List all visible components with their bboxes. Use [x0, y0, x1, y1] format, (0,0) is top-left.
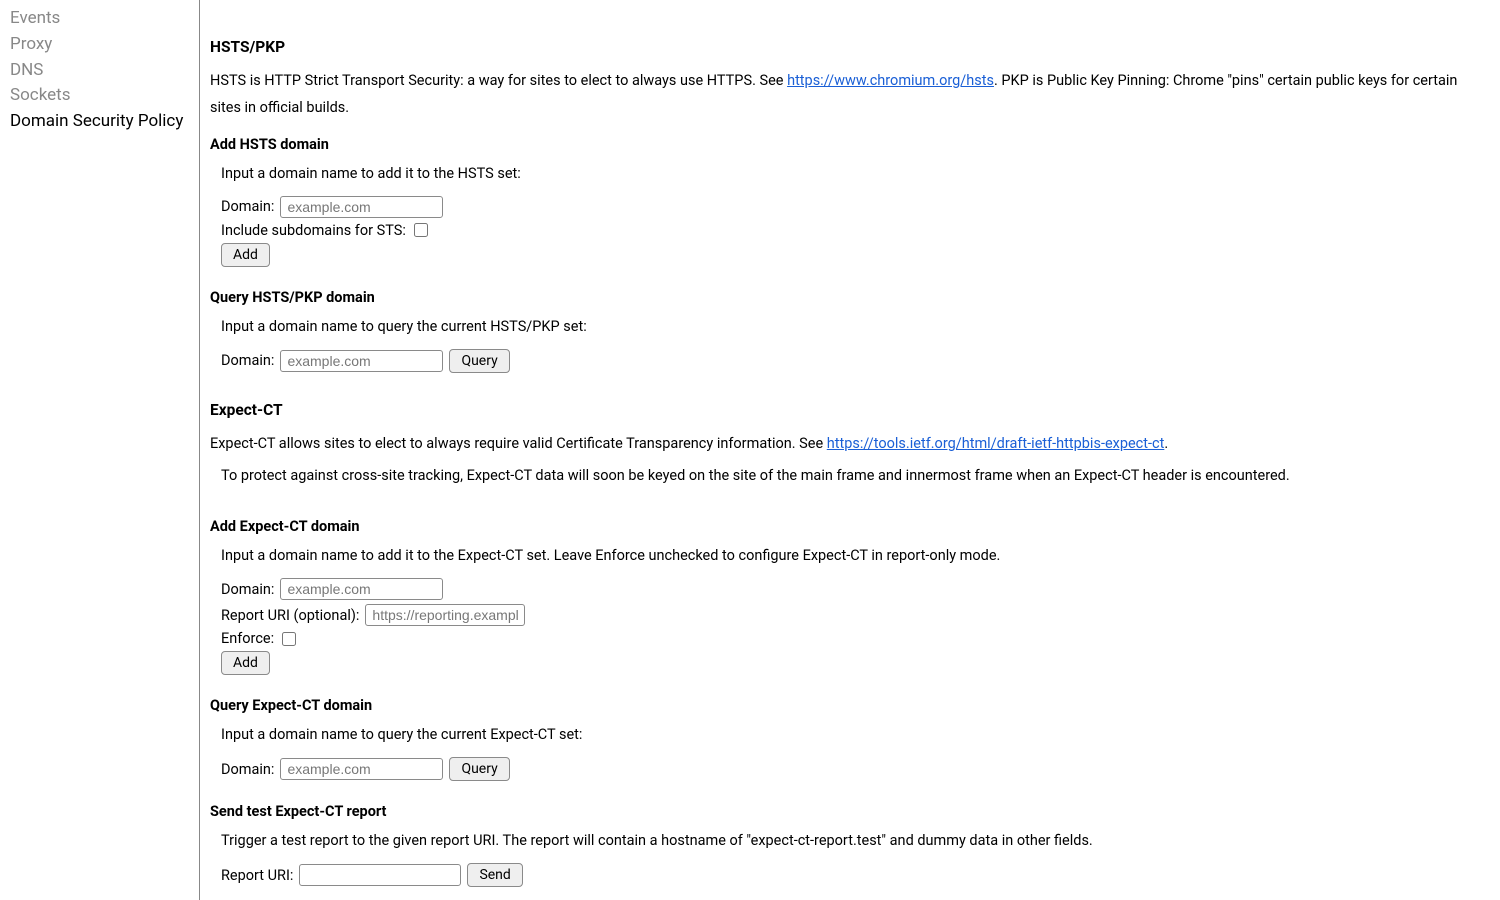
- send-test-expect-ct-instructions: Trigger a test report to the given repor…: [221, 832, 1480, 849]
- add-expect-ct-instructions: Input a domain name to add it to the Exp…: [221, 547, 1480, 564]
- hsts-include-subdomains-checkbox[interactable]: [414, 223, 428, 237]
- add-hsts-heading: Add HSTS domain: [210, 136, 1480, 153]
- hsts-intro: HSTS is HTTP Strict Transport Security: …: [210, 68, 1480, 122]
- expect-ct-domain-label: Domain:: [221, 581, 274, 598]
- sidebar-item-proxy[interactable]: Proxy: [10, 32, 189, 58]
- sidebar-item-events[interactable]: Events: [10, 6, 189, 32]
- send-test-expect-ct-heading: Send test Expect-CT report: [210, 803, 1480, 820]
- expect-ct-query-button[interactable]: Query: [449, 757, 509, 781]
- sidebar-item-dns[interactable]: DNS: [10, 58, 189, 84]
- expect-ct-intro: Expect-CT allows sites to elect to alway…: [210, 431, 1480, 458]
- query-hsts-domain-input[interactable]: [280, 350, 443, 372]
- send-report-uri-input[interactable]: [299, 864, 461, 886]
- send-report-uri-label: Report URI:: [221, 867, 293, 884]
- expect-ct-report-uri-label: Report URI (optional):: [221, 607, 359, 624]
- hsts-include-subdomains-label: Include subdomains for STS:: [221, 222, 406, 239]
- query-hsts-domain-label: Domain:: [221, 352, 274, 369]
- query-expect-ct-instructions: Input a domain name to query the current…: [221, 726, 1480, 743]
- expect-ct-domain-input[interactable]: [280, 578, 443, 600]
- sidebar-item-domain-security-policy[interactable]: Domain Security Policy: [10, 109, 189, 135]
- add-expect-ct-heading: Add Expect-CT domain: [210, 518, 1480, 535]
- expect-ct-warning: To protect against cross-site tracking, …: [210, 463, 1480, 490]
- query-hsts-instructions: Input a domain name to query the current…: [221, 318, 1480, 335]
- query-expect-ct-heading: Query Expect-CT domain: [210, 697, 1480, 714]
- expect-ct-report-uri-input[interactable]: [365, 604, 525, 626]
- sidebar: Events Proxy DNS Sockets Domain Security…: [0, 0, 200, 900]
- hsts-pkp-title: HSTS/PKP: [210, 38, 1480, 56]
- add-hsts-instructions: Input a domain name to add it to the HST…: [221, 165, 1480, 182]
- query-expect-ct-domain-label: Domain:: [221, 761, 274, 778]
- expect-ct-enforce-label: Enforce:: [221, 630, 274, 647]
- hsts-domain-label: Domain:: [221, 198, 274, 215]
- query-expect-ct-domain-input[interactable]: [280, 758, 443, 780]
- main-content: HSTS/PKP HSTS is HTTP Strict Transport S…: [200, 0, 1500, 900]
- send-button[interactable]: Send: [467, 863, 522, 887]
- expect-ct-enforce-checkbox[interactable]: [282, 632, 296, 646]
- hsts-link[interactable]: https://www.chromium.org/hsts: [787, 72, 994, 89]
- expect-ct-intro-prefix: Expect-CT allows sites to elect to alway…: [210, 435, 827, 452]
- sidebar-item-sockets[interactable]: Sockets: [10, 83, 189, 109]
- hsts-intro-text-prefix: HSTS is HTTP Strict Transport Security: …: [210, 72, 787, 89]
- query-hsts-heading: Query HSTS/PKP domain: [210, 289, 1480, 306]
- expect-ct-link[interactable]: https://tools.ietf.org/html/draft-ietf-h…: [827, 435, 1165, 452]
- expect-ct-add-button[interactable]: Add: [221, 651, 270, 675]
- hsts-query-button[interactable]: Query: [449, 349, 509, 373]
- hsts-domain-input[interactable]: [280, 196, 443, 218]
- expect-ct-intro-suffix: .: [1164, 435, 1168, 452]
- hsts-add-button[interactable]: Add: [221, 243, 270, 267]
- expect-ct-title: Expect-CT: [210, 401, 1480, 419]
